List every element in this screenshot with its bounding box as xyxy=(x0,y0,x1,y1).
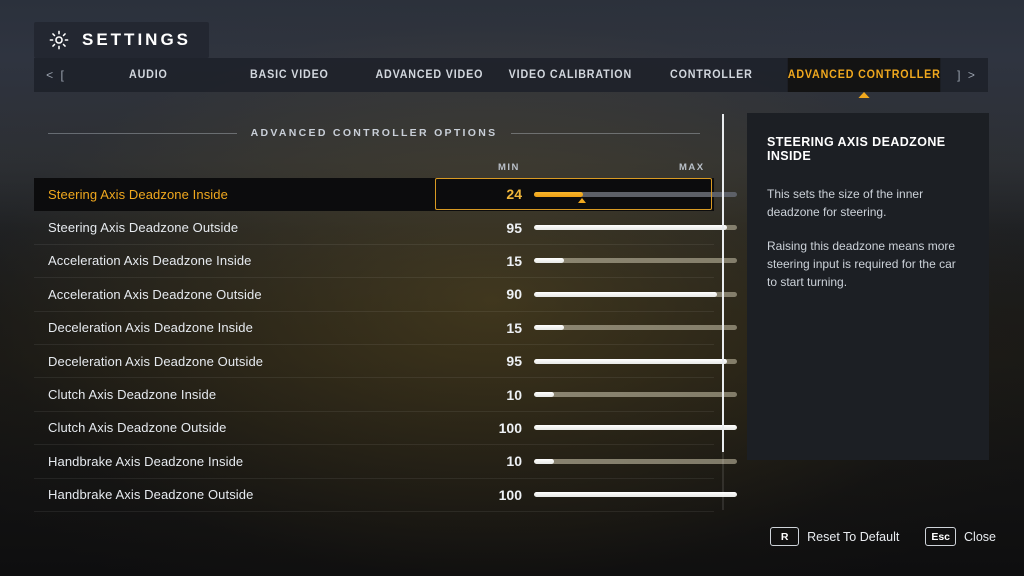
scrollbar-thumb[interactable] xyxy=(722,114,724,452)
gear-icon xyxy=(48,29,70,51)
option-slider-fill xyxy=(534,191,583,197)
footer-hints: R Reset To Default Esc Close xyxy=(770,527,996,546)
heading-rule-right xyxy=(511,132,701,134)
option-label: Steering Axis Deadzone Outside xyxy=(48,220,239,236)
option-slider[interactable] xyxy=(534,358,737,364)
heading-rule-left xyxy=(48,132,237,134)
option-slider[interactable] xyxy=(534,225,737,231)
option-slider-fill xyxy=(534,291,717,297)
tab-audio[interactable]: AUDIO xyxy=(83,58,214,92)
option-label: Deceleration Axis Deadzone Outside xyxy=(48,353,264,369)
option-value: 95 xyxy=(506,219,522,236)
option-value: 10 xyxy=(506,453,522,470)
option-row[interactable]: Handbrake Axis Deadzone Inside 10 xyxy=(34,445,737,479)
option-row[interactable]: Deceleration Axis Deadzone Outside 95 xyxy=(34,345,737,379)
option-slider[interactable] xyxy=(534,258,737,264)
settings-header: SETTINGS xyxy=(34,22,210,58)
info-panel: STEERING AXIS DEADZONE INSIDE This sets … xyxy=(747,113,989,460)
option-slider[interactable] xyxy=(534,458,737,464)
option-label: Handbrake Axis Deadzone Inside xyxy=(48,453,244,469)
section-heading: ADVANCED CONTROLLER OPTIONS xyxy=(48,127,701,139)
option-slider-fill xyxy=(534,258,565,264)
option-row[interactable]: Deceleration Axis Deadzone Inside 15 xyxy=(34,312,737,345)
option-label: Steering Axis Deadzone Inside xyxy=(48,186,228,202)
option-label: Acceleration Axis Deadzone Outside xyxy=(48,286,262,302)
info-panel-title: STEERING AXIS DEADZONE INSIDE xyxy=(767,135,946,163)
option-value: 10 xyxy=(506,386,522,403)
option-value: 100 xyxy=(498,486,522,503)
option-label: Deceleration Axis Deadzone Inside xyxy=(48,320,253,336)
option-slider-fill xyxy=(534,225,727,231)
option-value: 90 xyxy=(506,286,522,303)
page-title: SETTINGS xyxy=(82,30,192,49)
option-value: 100 xyxy=(498,419,522,436)
option-slider[interactable] xyxy=(534,392,737,398)
info-panel-paragraph: This sets the size of the inner deadzone… xyxy=(767,187,924,219)
option-row[interactable]: Acceleration Axis Deadzone Outside 90 xyxy=(34,278,737,312)
key-esc-icon: Esc xyxy=(925,527,957,546)
option-slider-fill xyxy=(534,392,555,398)
tab-basic-video[interactable]: BASIC VIDEO xyxy=(224,58,355,92)
tab-next-arrow[interactable]: ] > xyxy=(946,58,988,92)
option-row[interactable]: Clutch Axis Deadzone Outside 100 xyxy=(34,412,737,446)
hint-close[interactable]: Esc Close xyxy=(925,527,996,546)
option-row[interactable]: Handbrake Axis Deadzone Outside 100 xyxy=(34,479,737,512)
tab-advanced-controller[interactable]: ADVANCED CONTROLLER xyxy=(787,58,941,98)
option-label: Clutch Axis Deadzone Inside xyxy=(48,387,217,403)
option-label: Acceleration Axis Deadzone Inside xyxy=(48,253,252,269)
option-slider-fill xyxy=(534,458,555,464)
option-value: 15 xyxy=(506,319,522,336)
slider-thumb-caret-icon[interactable] xyxy=(578,197,587,203)
hint-label-reset: Reset To Default xyxy=(807,529,900,544)
tab-list: AUDIO BASIC VIDEO ADVANCED VIDEO VIDEO CALI… xyxy=(78,58,946,98)
options-list: Steering Axis Deadzone Inside 24 Steering … xyxy=(34,178,737,512)
hint-label-close: Close xyxy=(964,529,996,544)
option-slider[interactable] xyxy=(534,325,737,331)
settings-screen: SETTINGS < [ AUDIO BASIC VIDEO ADVANCED VI… xyxy=(0,0,1024,576)
option-slider-fill xyxy=(534,358,727,364)
option-value: 24 xyxy=(506,186,522,203)
option-slider-fill xyxy=(534,492,737,498)
option-value: 15 xyxy=(506,252,522,269)
tab-controller[interactable]: CONTROLLER xyxy=(646,58,777,92)
tab-prev-arrow[interactable]: < [ xyxy=(34,58,78,92)
options-scrollbar[interactable] xyxy=(722,114,724,510)
option-row[interactable]: Steering Axis Deadzone Outside 95 xyxy=(34,211,737,245)
option-value: 95 xyxy=(506,353,522,370)
max-label: MAX xyxy=(679,162,705,173)
settings-tabbar: < [ AUDIO BASIC VIDEO ADVANCED VIDEO VIDEO … xyxy=(34,58,988,98)
section-heading-label: ADVANCED CONTROLLER OPTIONS xyxy=(250,127,498,139)
option-label: Handbrake Axis Deadzone Outside xyxy=(48,487,254,503)
option-slider[interactable] xyxy=(534,425,737,431)
hint-reset-to-default[interactable]: R Reset To Default xyxy=(770,527,899,546)
option-slider[interactable] xyxy=(534,291,737,297)
tab-advanced-video[interactable]: ADVANCED VIDEO xyxy=(364,58,495,92)
info-panel-paragraph: Raising this deadzone means more steerin… xyxy=(767,239,956,289)
option-slider[interactable] xyxy=(534,492,737,498)
option-slider-fill xyxy=(534,325,565,331)
option-row[interactable]: Clutch Axis Deadzone Inside 10 xyxy=(34,378,737,412)
key-r-icon: R xyxy=(770,527,800,546)
min-label: MIN xyxy=(498,162,520,173)
option-row[interactable]: Acceleration Axis Deadzone Inside 15 xyxy=(34,245,737,279)
option-slider[interactable] xyxy=(534,191,737,203)
option-slider-fill xyxy=(534,425,737,431)
option-row-selected[interactable]: Steering Axis Deadzone Inside 24 xyxy=(34,178,737,212)
tab-video-calibration[interactable]: VIDEO CALIBRATION xyxy=(505,58,636,92)
option-label: Clutch Axis Deadzone Outside xyxy=(48,420,227,436)
